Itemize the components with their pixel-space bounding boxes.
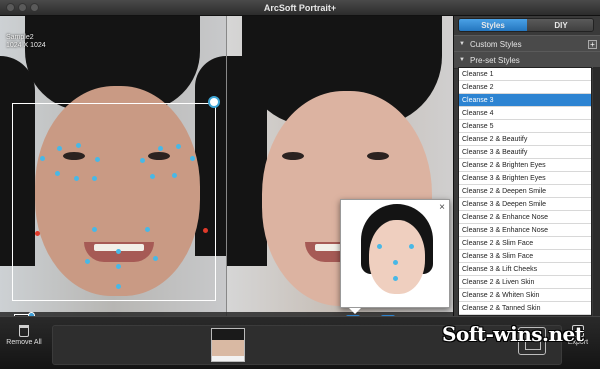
remove-all-button[interactable]: Remove All <box>4 319 44 365</box>
style-list-item[interactable]: Cleanse 3 & Enhance Nose <box>459 224 591 237</box>
landmark-point-red[interactable] <box>35 231 40 236</box>
tab-diy[interactable]: DIY <box>527 19 593 31</box>
preset-styles-label: Pre-set Styles <box>470 56 520 65</box>
sample-name: Sample2 <box>6 34 34 41</box>
face-selection-box[interactable] <box>12 103 216 301</box>
style-list-item[interactable]: Cleanse 2 & Enhance Nose <box>459 211 591 224</box>
preview-landmark <box>377 244 382 249</box>
style-list-item[interactable]: Cleanse 2 & Brighten Eyes <box>459 159 591 172</box>
preview-face <box>369 220 425 294</box>
landmark-point[interactable] <box>55 171 60 176</box>
style-preview-popup: × <box>340 199 450 314</box>
landmark-point[interactable] <box>40 156 45 161</box>
sidebar-tabs: Styles DIY <box>458 18 594 32</box>
style-list-item[interactable]: Cleanse 2 & Tanned Skin <box>459 302 591 315</box>
landmark-point[interactable] <box>92 227 97 232</box>
landmark-point[interactable] <box>74 176 79 181</box>
style-list-item[interactable]: Cleanse 2 & Slim Face <box>459 237 591 250</box>
style-list-item[interactable]: Cleanse 3 & Slim Face <box>459 250 591 263</box>
landmark-point[interactable] <box>85 259 90 264</box>
custom-styles-label: Custom Styles <box>470 40 522 49</box>
close-window-icon[interactable] <box>6 3 15 12</box>
landmark-point[interactable] <box>76 143 81 148</box>
left-eye <box>282 152 304 160</box>
landmark-point[interactable] <box>190 156 195 161</box>
trash-icon <box>19 325 29 337</box>
tray-photo-thumbnail[interactable] <box>211 328 245 362</box>
preview-landmark <box>409 244 414 249</box>
style-list-item[interactable]: Cleanse 3 & Deepen Smile <box>459 198 591 211</box>
style-list-item[interactable]: Cleanse 2 <box>459 81 591 94</box>
landmark-point[interactable] <box>145 227 150 232</box>
add-style-button[interactable]: + <box>588 40 597 49</box>
style-list-item[interactable]: Cleanse 4 <box>459 107 591 120</box>
window-title: ArcSoft Portrait+ <box>263 3 337 13</box>
remove-all-label: Remove All <box>6 339 42 346</box>
landmark-point[interactable] <box>176 144 181 149</box>
styles-sidebar: Styles DIY ▼ Custom Styles + ▼ Pre-set S… <box>453 16 600 316</box>
preview-landmark <box>393 260 398 265</box>
landmark-point[interactable] <box>158 146 163 151</box>
landmark-point[interactable] <box>116 249 121 254</box>
landmark-point[interactable] <box>57 146 62 151</box>
style-list-item[interactable]: Cleanse 1 <box>459 68 591 81</box>
hair-left <box>227 56 267 266</box>
landmark-point[interactable] <box>92 176 97 181</box>
style-list-item[interactable]: Cleanse 5 <box>459 120 591 133</box>
popup-pointer <box>349 308 361 314</box>
tab-styles[interactable]: Styles <box>459 19 527 31</box>
watermark: Soft-wins.net <box>442 322 584 346</box>
style-list-item[interactable]: Cleanse 2 & Deepen Smile <box>459 185 591 198</box>
photo-area: Sample2 1024 X 1024 × <box>0 16 453 316</box>
landmark-point[interactable] <box>116 264 121 269</box>
style-list-item[interactable]: Cleanse 2 & Beautify <box>459 133 591 146</box>
style-list-item[interactable]: Cleanse 3 & Beautify <box>459 146 591 159</box>
sample-size: 1024 X 1024 <box>6 42 46 49</box>
landmark-point[interactable] <box>140 158 145 163</box>
style-list-item[interactable]: Cleanse 3 <box>459 94 591 107</box>
title-bar: ArcSoft Portrait+ <box>0 0 600 16</box>
resize-handle[interactable] <box>208 96 220 108</box>
minimize-window-icon[interactable] <box>18 3 27 12</box>
landmark-point[interactable] <box>116 284 121 289</box>
right-eye <box>367 152 389 160</box>
landmark-point[interactable] <box>150 174 155 179</box>
landmark-point[interactable] <box>95 157 100 162</box>
landmark-point-red[interactable] <box>203 228 208 233</box>
landmark-point[interactable] <box>172 173 177 178</box>
preset-style-list: Cleanse 1 Cleanse 2 Cleanse 3 Cleanse 4 Clea… <box>458 67 592 316</box>
style-list-scrollbar[interactable] <box>593 67 600 316</box>
style-list-item[interactable]: Cleanse 2 & Liven Skin <box>459 276 591 289</box>
style-list-item[interactable]: Cleanse 2 & Whiten Skin <box>459 289 591 302</box>
close-icon[interactable]: × <box>439 202 445 213</box>
preview-landmark <box>393 276 398 281</box>
landmark-point[interactable] <box>153 256 158 261</box>
zoom-window-icon[interactable] <box>30 3 39 12</box>
sample-label: Sample2 1024 X 1024 <box>6 34 46 50</box>
style-list-item[interactable]: Cleanse 3 & Lift Cheeks <box>459 263 591 276</box>
style-list-item[interactable]: Cleanse 3 & Brighten Eyes <box>459 172 591 185</box>
